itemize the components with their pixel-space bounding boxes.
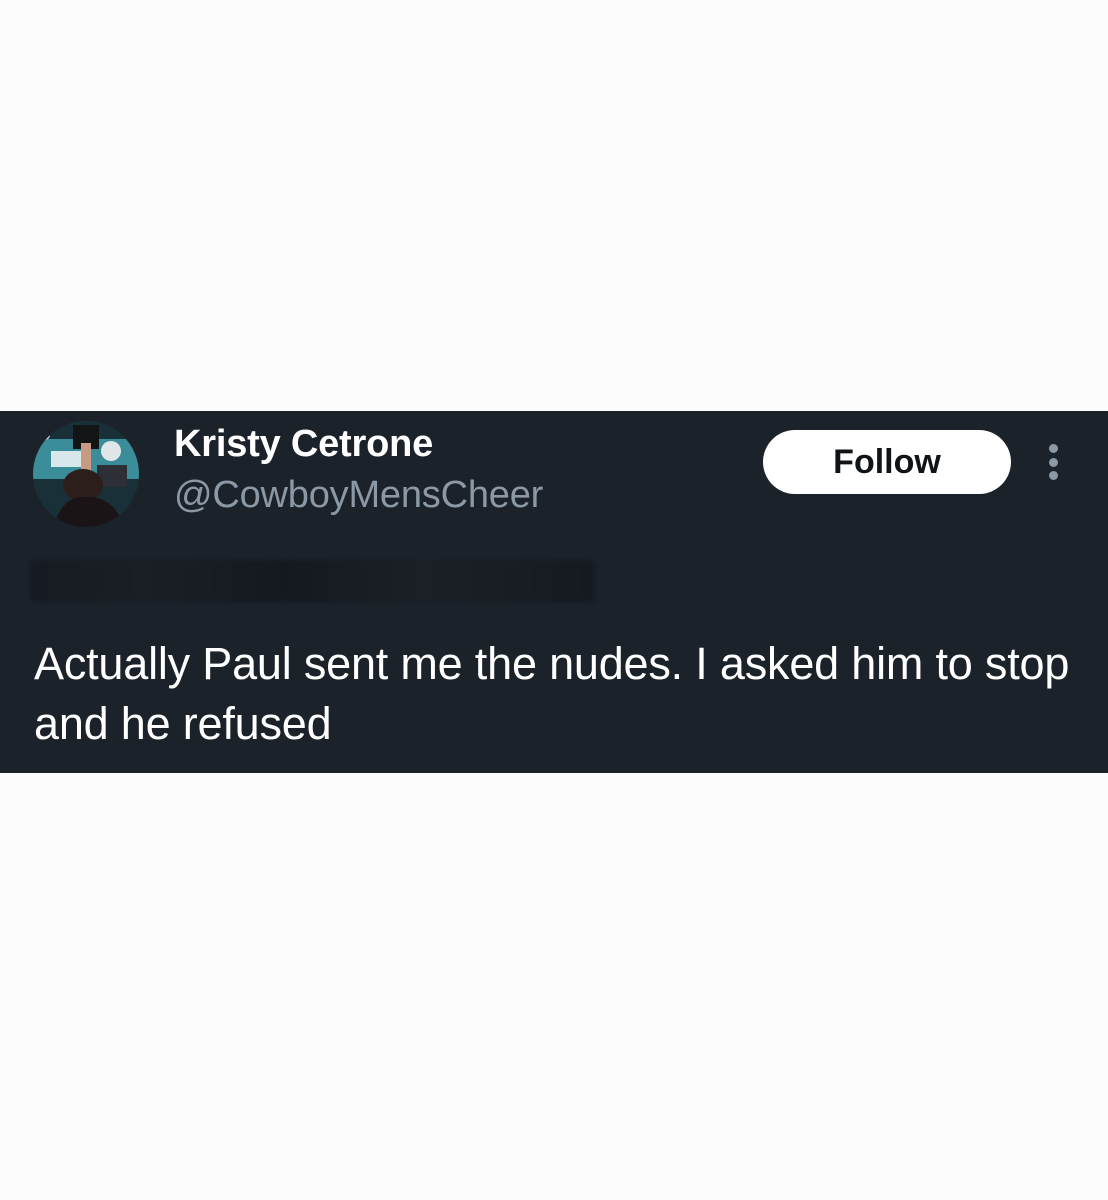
author-display-name[interactable]: Kristy Cetrone xyxy=(174,421,433,467)
avatar[interactable] xyxy=(33,421,139,527)
more-dot xyxy=(1048,444,1058,453)
more-dot xyxy=(1048,471,1058,480)
tweet-text: Actually Paul sent me the nudes. I asked… xyxy=(34,638,1070,749)
follow-button[interactable]: Follow xyxy=(763,430,1011,494)
author-handle[interactable]: @CowboyMensCheer xyxy=(174,472,543,518)
redacted-content xyxy=(30,560,595,602)
more-dot xyxy=(1048,457,1058,467)
more-dots-vertical-icon[interactable] xyxy=(1036,440,1070,484)
